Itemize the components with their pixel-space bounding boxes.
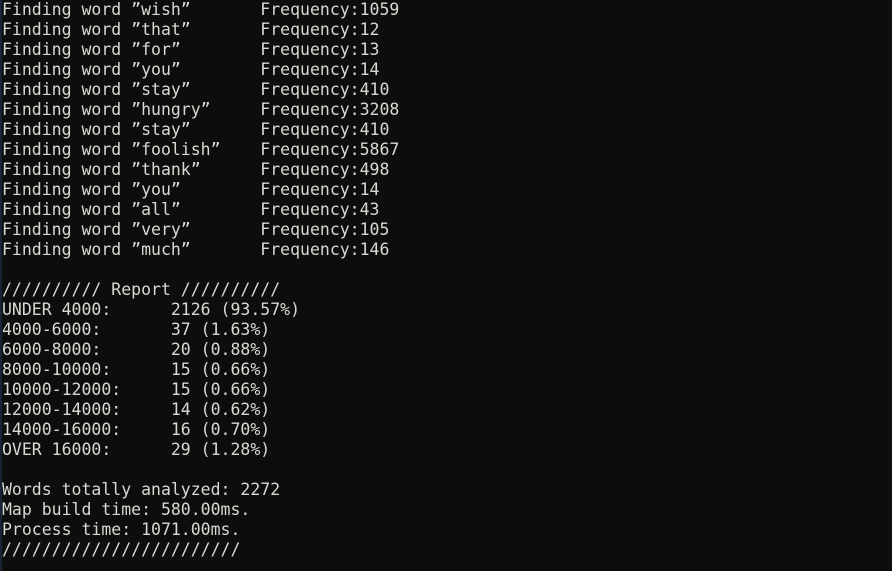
report-row-4000-6000: 4000-6000: 37 (1.63%) <box>2 320 271 339</box>
report-row-under-4000: UNDER 4000: 2126 (93.57%) <box>2 300 301 319</box>
console-line: Finding word ”for” Frequency:13 <box>2 40 380 59</box>
report-row-6000-8000: 6000-8000: 20 (0.88%) <box>2 340 271 359</box>
report-row-14000-16000: 14000-16000: 16 (0.70%) <box>2 420 271 439</box>
report-row-over-16000: OVER 16000: 29 (1.28%) <box>2 440 271 459</box>
summary-words-analyzed: Words totally analyzed: 2272 <box>2 480 281 499</box>
console-line: Finding word ”you” Frequency:14 <box>2 60 380 79</box>
console-line: Finding word ”much” Frequency:146 <box>2 240 390 259</box>
console-line: Finding word ”all” Frequency:43 <box>2 200 380 219</box>
report-header-line: ////////// Report ////////// <box>2 280 281 299</box>
console-line: Finding word ”very” Frequency:105 <box>2 220 390 239</box>
console-line: Finding word ”stay” Frequency:410 <box>2 120 390 139</box>
report-row-10000-12000: 10000-12000: 15 (0.66%) <box>2 380 271 399</box>
console-line: Finding word ”that” Frequency:12 <box>2 20 380 39</box>
console-line: Finding word ”thank” Frequency:498 <box>2 160 390 179</box>
report-row-12000-14000: 12000-14000: 14 (0.62%) <box>2 400 271 419</box>
console-line: Finding word ”wish” Frequency:1059 <box>2 0 400 19</box>
console-line: Finding word ”stay” Frequency:410 <box>2 80 390 99</box>
summary-footer-rule: //////////////////////// <box>2 540 241 559</box>
console-line: Finding word ”hungry” Frequency:3208 <box>2 100 400 119</box>
summary-process-time: Process time: 1071.00ms. <box>2 520 241 539</box>
console-output-text[interactable]: Finding word ”wish” Frequency:1059 Findin… <box>2 0 888 571</box>
report-row-8000-10000: 8000-10000: 15 (0.66%) <box>2 360 271 379</box>
console-line: Finding word ”you” Frequency:14 <box>2 180 380 199</box>
console-line: Finding word ”foolish” Frequency:5867 <box>2 140 400 159</box>
console-window: Finding word ”wish” Frequency:1059 Findin… <box>0 0 892 571</box>
summary-map-build-time: Map build time: 580.00ms. <box>2 500 251 519</box>
